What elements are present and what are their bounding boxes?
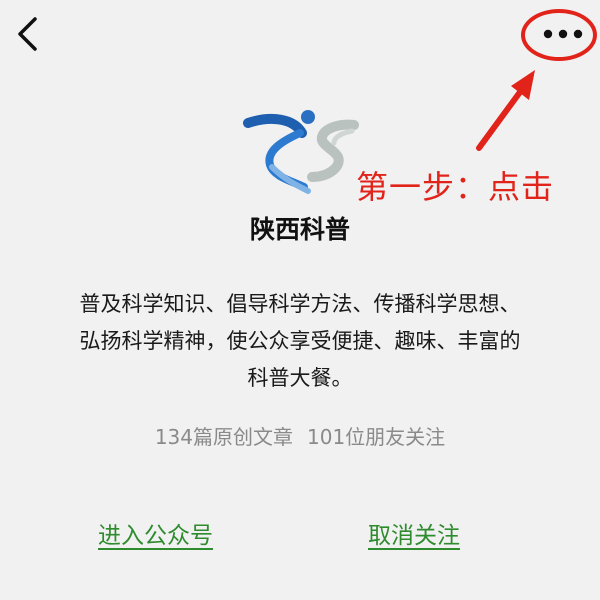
step-annotation-text: 第一步：点击 bbox=[356, 168, 555, 206]
chevron-left-icon bbox=[18, 17, 37, 51]
friend-follow-count: 101位朋友关注 bbox=[307, 425, 446, 449]
annotation-circle bbox=[521, 9, 597, 61]
account-name: 陕西科普 bbox=[249, 215, 350, 244]
enter-account-link[interactable]: 进入公众号 bbox=[98, 516, 213, 550]
unfollow-link[interactable]: 取消关注 bbox=[368, 516, 460, 550]
back-button[interactable] bbox=[10, 14, 44, 54]
article-count: 134篇原创文章 bbox=[154, 425, 293, 449]
account-description: 普及科学知识、倡导科学方法、传播科学思想、弘扬科学精神，使公众享受便捷、趣味、丰… bbox=[79, 292, 521, 390]
annotation-arrow bbox=[476, 70, 535, 151]
account-logo bbox=[243, 110, 359, 194]
account-stats: 134篇原创文章 101位朋友关注 bbox=[0, 421, 600, 450]
